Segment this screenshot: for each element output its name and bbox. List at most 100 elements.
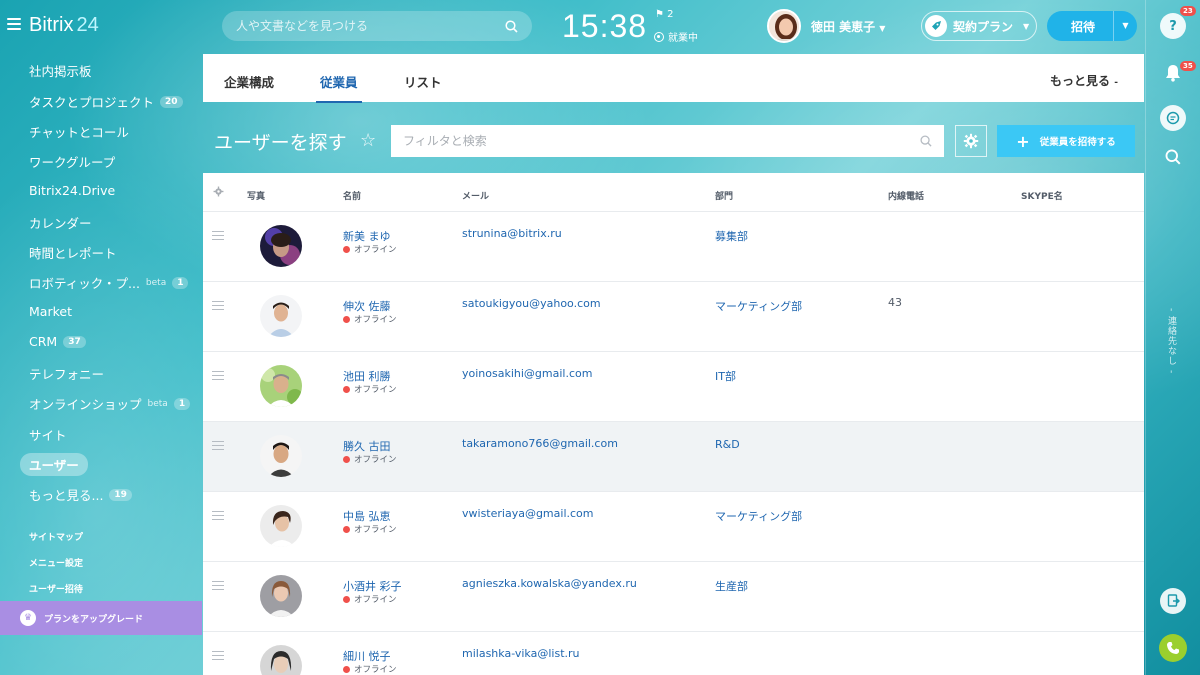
table-row[interactable]: 池田 利勝 オフライン yoinosakihi@gmail.com IT部 — [203, 352, 1144, 422]
menu-settings-link[interactable]: メニュー設定 — [29, 556, 83, 569]
user-name-link[interactable]: 池田 利勝 — [343, 368, 391, 384]
table-row[interactable]: 新美 まゆ オフライン strunina@bitrix.ru 募集部 — [203, 212, 1144, 282]
department-link[interactable]: 募集部 — [715, 228, 748, 244]
table-row[interactable]: 中島 弘恵 オフライン vwisteriaya@gmail.com マーケティン… — [203, 492, 1144, 562]
column-header-phone[interactable]: 内線電話 — [888, 189, 924, 202]
column-header-name[interactable]: 名前 — [343, 189, 361, 202]
table-row[interactable]: 伸次 佐藤 オフライン satoukigyou@yahoo.com マーケティン… — [203, 282, 1144, 352]
drag-handle-icon[interactable] — [212, 231, 224, 243]
sidebar-item-tasks[interactable]: タスクとプロジェクト 20 — [29, 92, 183, 111]
user-name-link[interactable]: 中島 弘恵 — [343, 508, 391, 524]
email-link[interactable]: agnieszka.kowalska@yandex.ru — [462, 577, 637, 590]
flag-counter[interactable]: ⚑ 2 — [655, 9, 674, 20]
counter-badge: 20 — [160, 95, 183, 108]
open-lines-icon[interactable] — [1160, 588, 1186, 614]
sidebar-item-crm[interactable]: CRM 37 — [29, 334, 86, 349]
invite-users-link[interactable]: ユーザー招待 — [29, 582, 83, 595]
sidebar-item-online-shop[interactable]: オンラインショップ beta 1 — [29, 394, 191, 413]
sidebar-item-more[interactable]: もっと見る... 19 — [29, 485, 132, 504]
column-header-skype[interactable]: SKYPE名 — [1021, 189, 1063, 202]
email-link[interactable]: milashka-vika@list.ru — [462, 647, 580, 660]
sidebar-item-sites[interactable]: サイト — [29, 425, 67, 444]
department-link[interactable]: IT部 — [715, 368, 736, 384]
department-link[interactable]: R&D — [715, 438, 740, 451]
grid-settings-button[interactable] — [955, 125, 987, 157]
column-header-department[interactable]: 部門 — [715, 189, 733, 202]
sidebar-item-rpa[interactable]: ロボティック・プ... beta 1 — [29, 273, 189, 292]
drag-handle-icon[interactable] — [212, 371, 224, 383]
avatar[interactable] — [260, 645, 302, 675]
phone-icon[interactable] — [1159, 634, 1187, 662]
plan-button[interactable]: 契約プラン ▼ — [921, 11, 1037, 41]
user-avatar[interactable] — [767, 9, 801, 43]
invite-button[interactable]: 招待 ▼ — [1047, 11, 1137, 41]
menu-burger-icon[interactable] — [7, 18, 21, 30]
tab-employees[interactable]: 従業員 — [316, 72, 361, 103]
email-link[interactable]: strunina@bitrix.ru — [462, 227, 562, 240]
star-icon[interactable]: ☆ — [360, 130, 376, 151]
tab-list[interactable]: リスト — [404, 72, 442, 91]
invite-employee-button[interactable]: + 従業員を招待する — [997, 125, 1135, 157]
work-status[interactable]: 就業中 — [654, 29, 698, 44]
avatar[interactable] — [260, 295, 302, 337]
sidebar-item-telephony[interactable]: テレフォニー — [29, 364, 104, 383]
department-link[interactable]: マーケティング部 — [715, 298, 802, 314]
email-link[interactable]: vwisteriaya@gmail.com — [462, 507, 593, 520]
tab-company-structure[interactable]: 企業構成 — [224, 72, 274, 91]
avatar[interactable] — [260, 505, 302, 547]
sidebar-item-drive[interactable]: Bitrix24.Drive — [29, 183, 115, 198]
avatar[interactable] — [260, 575, 302, 617]
column-header-email[interactable]: メール — [462, 189, 489, 202]
department-link[interactable]: 生産部 — [715, 578, 748, 594]
email-link[interactable]: takaramono766@gmail.com — [462, 437, 618, 450]
drag-handle-icon[interactable] — [212, 511, 224, 523]
user-menu[interactable]: 徳田 美恵子 ▼ — [767, 9, 885, 43]
sidebar-item-calendar[interactable]: カレンダー — [29, 213, 92, 232]
drag-handle-icon[interactable] — [212, 581, 224, 593]
sidebar-item-workgroups[interactable]: ワークグループ — [29, 152, 115, 171]
drag-handle-icon[interactable] — [212, 301, 224, 313]
chat-icon[interactable] — [1160, 105, 1186, 131]
search-icon[interactable] — [505, 19, 518, 33]
help-icon[interactable]: ? — [1160, 13, 1186, 39]
email-link[interactable]: yoinosakihi@gmail.com — [462, 367, 592, 380]
upgrade-plan-button[interactable]: ♛ プランをアップグレード — [0, 601, 202, 635]
avatar[interactable] — [260, 225, 302, 267]
app-logo[interactable]: Bitrix 24 — [29, 14, 99, 37]
gear-icon[interactable] — [213, 186, 224, 200]
avatar[interactable] — [260, 365, 302, 407]
beta-label: beta — [147, 398, 168, 409]
clock[interactable]: 15:38 — [562, 8, 647, 45]
user-name-link[interactable]: 勝久 古田 — [343, 438, 391, 454]
sidebar-item-time-reports[interactable]: 時間とレポート — [29, 243, 117, 262]
drag-handle-icon[interactable] — [212, 651, 224, 663]
user-name[interactable]: 徳田 美恵子 ▼ — [811, 18, 885, 35]
search-icon[interactable] — [1160, 144, 1186, 170]
sitemap-link[interactable]: サイトマップ — [29, 530, 83, 543]
user-name-link[interactable]: 新美 まゆ — [343, 228, 391, 244]
table-row[interactable]: 細川 悦子 オフライン milashka-vika@list.ru — [203, 632, 1144, 675]
sidebar-item-users[interactable]: ユーザー — [20, 453, 88, 476]
filter-search-input[interactable] — [403, 134, 920, 148]
user-name-link[interactable]: 細川 悦子 — [343, 648, 391, 664]
user-name-link[interactable]: 伸次 佐藤 — [343, 298, 391, 314]
table-row[interactable]: 小酒井 彩子 オフライン agnieszka.kowalska@yandex.r… — [203, 562, 1144, 632]
table-row[interactable]: 勝久 古田 オフライン takaramono766@gmail.com R&D — [203, 422, 1144, 492]
global-search-input[interactable] — [236, 19, 505, 33]
tab-more[interactable]: もっと見る - — [1050, 72, 1118, 89]
search-icon[interactable] — [920, 135, 932, 147]
filter-search[interactable] — [391, 125, 944, 157]
global-search[interactable] — [222, 11, 532, 41]
user-name-link[interactable]: 小酒井 彩子 — [343, 578, 402, 594]
sidebar-item-chat[interactable]: チャットとコール — [29, 122, 129, 141]
avatar[interactable] — [260, 435, 302, 477]
column-header-photo[interactable]: 写真 — [247, 189, 265, 202]
chevron-down-icon[interactable]: ▼ — [1113, 11, 1137, 41]
sidebar-item-market[interactable]: Market — [29, 304, 72, 319]
drag-handle-icon[interactable] — [212, 441, 224, 453]
gear-icon — [963, 133, 979, 149]
department-link[interactable]: マーケティング部 — [715, 508, 802, 524]
sidebar-item-feed[interactable]: 社内掲示板 — [29, 61, 92, 80]
email-link[interactable]: satoukigyou@yahoo.com — [462, 297, 601, 310]
status-badge: オフライン — [343, 383, 397, 395]
